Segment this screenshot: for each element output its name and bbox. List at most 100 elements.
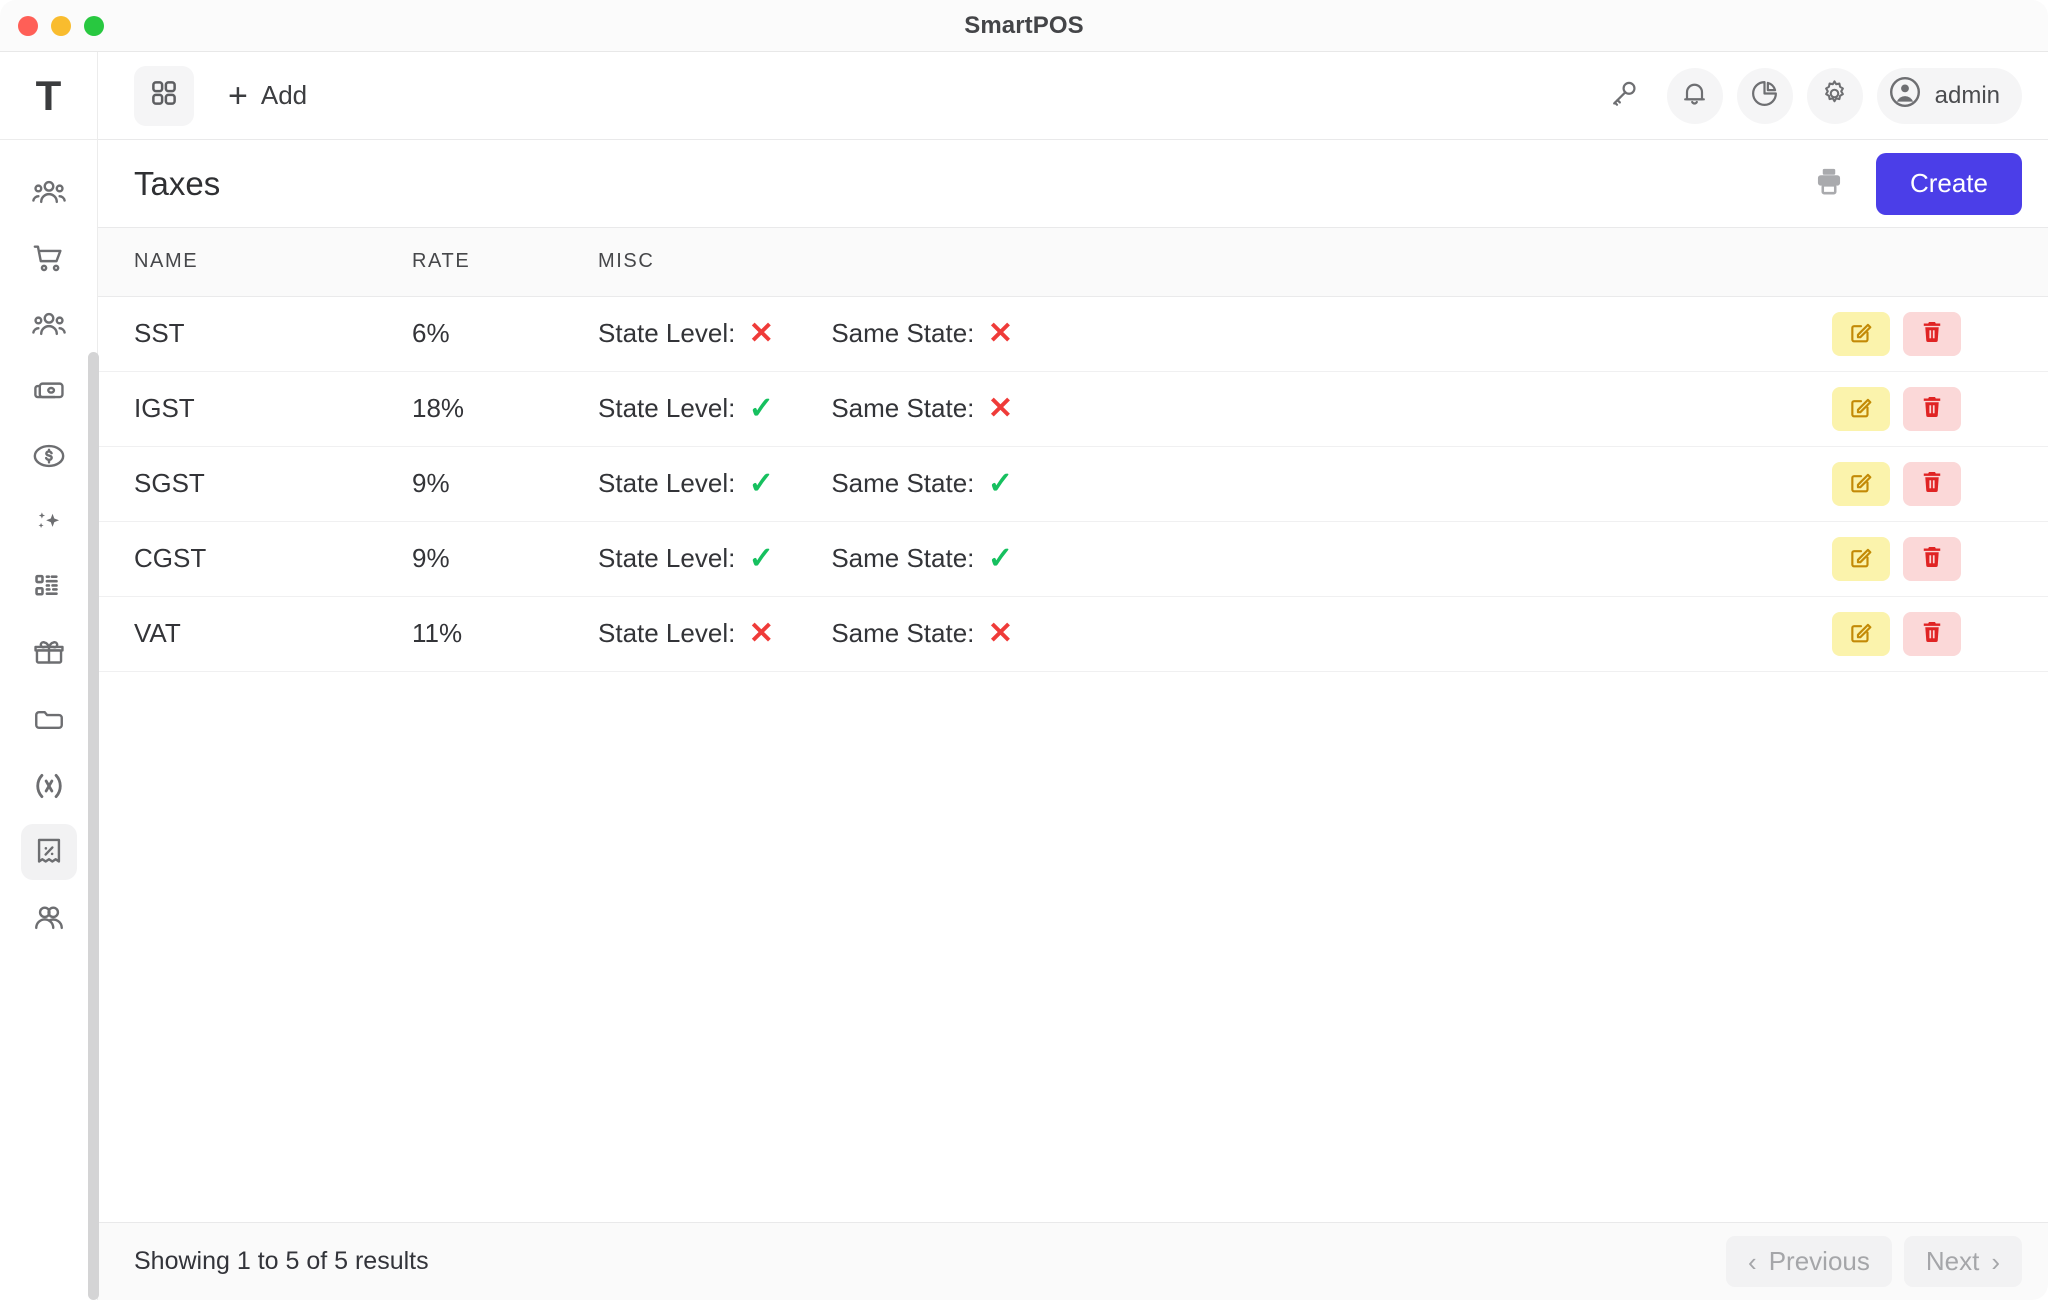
- misc-same-state: Same State: ✕: [831, 618, 1014, 649]
- edit-row-button[interactable]: [1832, 461, 1890, 506]
- trash-icon: [1919, 469, 1945, 498]
- state-level-label: State Level:: [598, 318, 736, 348]
- cell-tax-rate: 18%: [398, 371, 578, 447]
- chevron-left-icon: ‹: [1748, 1246, 1757, 1277]
- user-circle-icon: [1887, 74, 1923, 117]
- sidebar-item-suppliers[interactable]: [21, 890, 77, 946]
- next-page-button[interactable]: Next ›: [1903, 1236, 2022, 1287]
- same-state-label: Same State:: [831, 543, 975, 573]
- toolbar-icon-group: admin: [1597, 67, 2022, 124]
- banknotes-icon: [32, 373, 66, 407]
- chevron-right-icon: ›: [1991, 1246, 2000, 1277]
- delete-row-button[interactable]: [1903, 536, 1961, 581]
- next-page-label: Next: [1925, 1246, 1980, 1276]
- sidebar-item-promotions[interactable]: [21, 494, 77, 550]
- pencil-square-icon: [1848, 319, 1874, 348]
- sidebar-item-cash[interactable]: [21, 362, 77, 418]
- edit-row-button[interactable]: [1832, 536, 1890, 581]
- sidebar-item-barcodes[interactable]: [21, 560, 77, 616]
- sidebar-item-taxes[interactable]: [20, 824, 77, 880]
- table-row: VAT 11% State Level: ✕ Same State: ✕: [98, 596, 2048, 672]
- cell-tax-misc: State Level: ✓ Same State: ✓: [578, 521, 1818, 597]
- user-menu-label: admin: [1934, 81, 2000, 109]
- brand-logo[interactable]: T: [0, 52, 97, 140]
- sidebar-item-gift-cards[interactable]: [21, 626, 77, 682]
- cross-icon: ✕: [987, 391, 1013, 425]
- state-level-label: State Level:: [598, 468, 736, 498]
- maximize-window-button[interactable]: [84, 15, 104, 36]
- edit-row-button[interactable]: [1832, 311, 1890, 356]
- table-header-row: NAME RATE MISC: [98, 228, 2048, 297]
- qr-code-icon: [32, 571, 66, 605]
- sidebar-item-staff[interactable]: [21, 296, 77, 352]
- sidebar-item-customers-group[interactable]: [21, 164, 77, 220]
- sidebar-item-files[interactable]: [21, 692, 77, 748]
- settings-button[interactable]: [1806, 67, 1863, 124]
- cell-row-actions: [1818, 296, 2048, 372]
- sidebar: T: [0, 52, 98, 1300]
- key-icon: [1609, 78, 1640, 114]
- same-state-label: Same State:: [831, 618, 975, 648]
- delete-row-button[interactable]: [1903, 611, 1961, 656]
- cell-tax-misc: State Level: ✕ Same State: ✕: [578, 296, 1818, 372]
- edit-row-button[interactable]: [1832, 386, 1890, 431]
- previous-page-label: Previous: [1768, 1246, 1870, 1276]
- cross-icon: ✕: [987, 316, 1013, 350]
- notifications-button[interactable]: [1666, 67, 1723, 124]
- table-footer: Showing 1 to 5 of 5 results ‹ Previous N…: [98, 1222, 2048, 1300]
- misc-state-level: State Level: ✓: [598, 468, 775, 499]
- users-group-icon: [31, 175, 66, 209]
- table-row: IGST 18% State Level: ✓ Same State: ✕: [98, 371, 2048, 447]
- misc-same-state: Same State: ✓: [831, 468, 1014, 499]
- trash-icon: [1919, 319, 1945, 348]
- cell-tax-name: VAT: [98, 596, 398, 672]
- sidebar-item-currency[interactable]: [21, 428, 77, 484]
- pencil-square-icon: [1848, 544, 1874, 573]
- add-button-label: Add: [260, 80, 308, 110]
- user-menu-button[interactable]: admin: [1876, 67, 2022, 124]
- table-filler: [98, 671, 2048, 672]
- api-keys-button[interactable]: [1597, 68, 1653, 124]
- taxes-table: NAME RATE MISC SST 6% State Level: ✕ Same St…: [98, 228, 2048, 672]
- edit-row-button[interactable]: [1832, 611, 1890, 656]
- content-scrollbar[interactable]: [88, 352, 99, 1300]
- cell-row-actions: [1818, 446, 2048, 522]
- delete-row-button[interactable]: [1903, 461, 1961, 506]
- reports-button[interactable]: [1736, 67, 1793, 124]
- check-icon: ✓: [748, 541, 774, 575]
- sidebar-item-variables[interactable]: [21, 758, 77, 814]
- add-button[interactable]: + Add: [228, 79, 307, 113]
- table-row: SST 6% State Level: ✕ Same State: ✕: [98, 296, 2048, 372]
- previous-page-button[interactable]: ‹ Previous: [1726, 1236, 1892, 1287]
- misc-state-level: State Level: ✕: [598, 318, 775, 349]
- minimize-window-button[interactable]: [51, 15, 71, 36]
- table-row: CGST 9% State Level: ✓ Same State: ✓: [98, 521, 2048, 597]
- apps-grid-button[interactable]: [134, 65, 194, 126]
- sidebar-item-orders[interactable]: [21, 230, 77, 286]
- cell-row-actions: [1818, 596, 2048, 672]
- trash-icon: [1919, 544, 1945, 573]
- same-state-label: Same State:: [831, 468, 975, 498]
- pencil-square-icon: [1848, 619, 1874, 648]
- misc-state-level: State Level: ✓: [598, 393, 775, 424]
- sparkles-icon: [32, 505, 66, 539]
- table-body: SST 6% State Level: ✕ Same State: ✕ IGST 18% Sta…: [98, 296, 2048, 672]
- misc-same-state: Same State: ✓: [831, 543, 1014, 574]
- pencil-square-icon: [1848, 469, 1874, 498]
- pagination: ‹ Previous Next ›: [1726, 1236, 2022, 1287]
- cell-tax-rate: 6%: [398, 296, 578, 372]
- close-window-button[interactable]: [18, 15, 38, 36]
- check-icon: ✓: [748, 391, 774, 425]
- delete-row-button[interactable]: [1903, 386, 1961, 431]
- create-button[interactable]: Create: [1875, 152, 2022, 215]
- dollar-coin-icon: [32, 439, 66, 473]
- print-button[interactable]: [1804, 156, 1854, 211]
- printer-icon: [1812, 164, 1846, 203]
- cell-tax-misc: State Level: ✓ Same State: ✓: [578, 446, 1818, 522]
- misc-same-state: Same State: ✕: [831, 393, 1014, 424]
- state-level-label: State Level:: [598, 543, 736, 573]
- misc-state-level: State Level: ✓: [598, 543, 775, 574]
- taxes-table-container: NAME RATE MISC SST 6% State Level: ✕ Same St…: [98, 228, 2048, 1222]
- delete-row-button[interactable]: [1903, 311, 1961, 356]
- column-header-rate: RATE: [398, 228, 578, 297]
